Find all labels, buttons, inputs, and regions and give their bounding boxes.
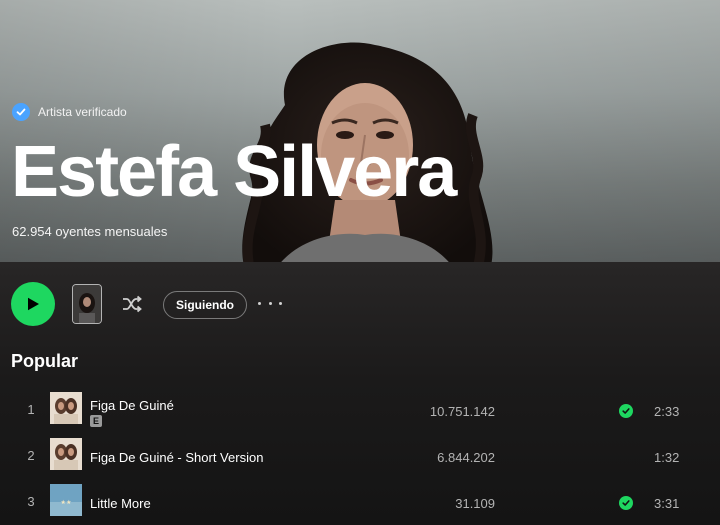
play-icon <box>28 297 39 311</box>
svg-text:⋆⋆: ⋆⋆ <box>60 497 72 507</box>
track-duration: 3:31 <box>654 496 680 511</box>
shuffle-icon[interactable] <box>120 292 144 316</box>
track-row[interactable]: 2 Figa De Guiné - Short Version 6.844.20… <box>0 434 720 478</box>
more-options-icon[interactable] <box>258 295 282 311</box>
track-title[interactable]: Figa De Guiné <box>90 398 174 413</box>
track-cover: ⋆⋆ <box>50 484 82 516</box>
saved-check-icon[interactable] <box>619 496 633 510</box>
monthly-listeners: 62.954 oyentes mensuales <box>12 224 168 239</box>
artist-name: Estefa Silvera <box>11 132 457 212</box>
verified-artist-label: Artista verificado <box>12 103 127 121</box>
track-title[interactable]: Little More <box>90 496 151 511</box>
track-rank: 3 <box>27 494 35 509</box>
verified-text: Artista verificado <box>38 105 127 119</box>
track-cover <box>50 392 82 424</box>
artist-preview-thumbnail[interactable] <box>72 284 102 324</box>
track-row[interactable]: 3 ⋆⋆ Little More 31.109 3:31 <box>0 480 720 524</box>
track-rank: 1 <box>27 402 35 417</box>
track-cover <box>50 438 82 470</box>
play-button[interactable] <box>11 282 55 326</box>
artist-page: Artista verificado Estefa Silvera 62.954… <box>0 0 720 525</box>
track-title[interactable]: Figa De Guiné - Short Version <box>90 450 263 465</box>
track-plays: 10.751.142 <box>429 404 495 419</box>
track-plays: 31.109 <box>455 496 495 511</box>
explicit-badge: E <box>90 415 102 427</box>
track-plays: 6.844.202 <box>437 450 495 465</box>
following-button[interactable]: Siguiendo <box>163 291 247 319</box>
track-duration: 2:33 <box>654 404 680 419</box>
popular-section-title: Popular <box>11 351 79 371</box>
artist-header: Artista verificado Estefa Silvera 62.954… <box>0 0 720 262</box>
verified-check-icon <box>12 103 30 121</box>
saved-check-icon[interactable] <box>619 404 633 418</box>
track-duration: 1:32 <box>654 450 680 465</box>
track-row[interactable]: 1 Figa De Guiné E 10.751.142 2:33 <box>0 388 720 432</box>
track-rank: 2 <box>27 448 35 463</box>
